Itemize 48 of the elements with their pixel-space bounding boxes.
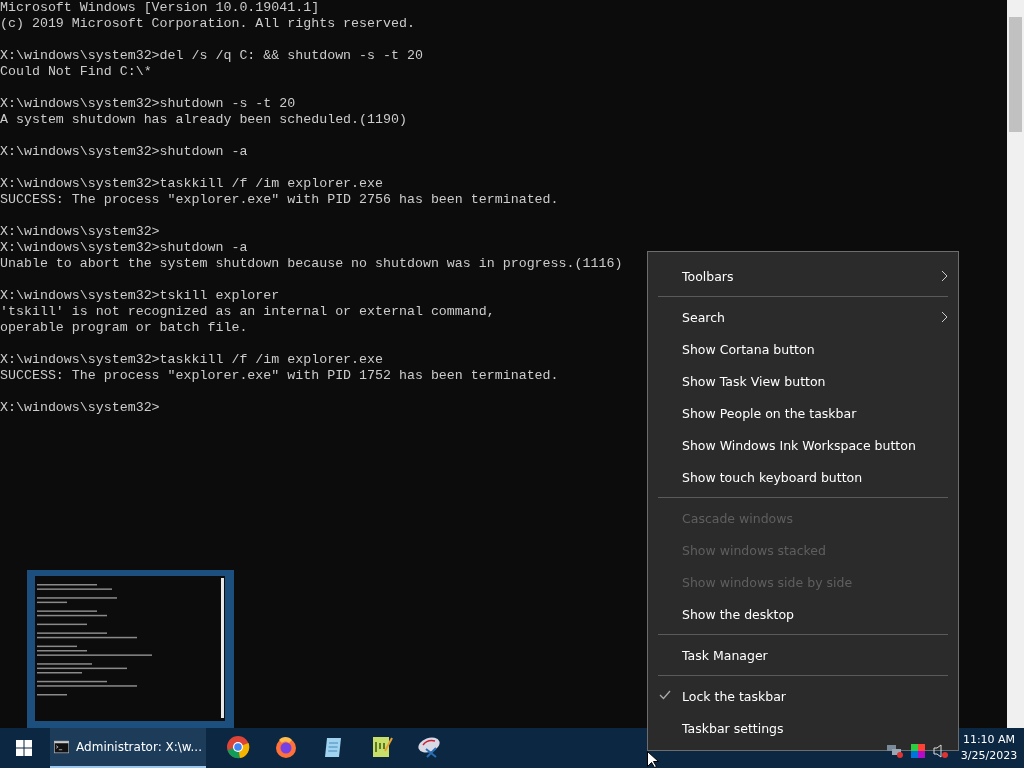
console-line: Could Not Find C:\*: [0, 64, 152, 80]
menu-item[interactable]: Taskbar settings: [648, 712, 958, 744]
console-line: X:\windows\system32>shutdown -a: [0, 240, 248, 256]
menu-item[interactable]: Toolbars: [648, 260, 958, 292]
console-line: X:\windows\system32>: [0, 224, 160, 240]
menu-item[interactable]: Show Cortana button: [648, 333, 958, 365]
console-line: (c) 2019 Microsoft Corporation. All rights reserved.: [0, 16, 415, 32]
console-line: operable program or batch file.: [0, 320, 248, 336]
menu-item[interactable]: Show People on the taskbar: [648, 397, 958, 429]
notepad-plus-icon[interactable]: [371, 735, 393, 759]
console-line: X:\windows\system32>taskkill /f /im explorer.exe: [0, 176, 383, 192]
taskbar-window-button[interactable]: Administrator: X:\w...: [50, 728, 206, 768]
scrollbar[interactable]: [1007, 0, 1024, 728]
window-label: Administrator: X:\w...: [76, 740, 202, 754]
console-line: SUCCESS: The process "explorer.exe" with PID 1752 has been terminated.: [0, 368, 559, 384]
console-line: X:\windows\system32>shutdown -a: [0, 144, 248, 160]
chrome-icon[interactable]: [226, 735, 250, 759]
menu-item[interactable]: Show Windows Ink Workspace button: [648, 429, 958, 461]
color-square-icon[interactable]: [910, 743, 926, 759]
console-line: X:\windows\system32>del /s /q C: && shutdown -s -t 20: [0, 48, 423, 64]
windows-logo-icon: [16, 740, 32, 756]
console-line: X:\windows\system32>shutdown -s -t 20: [0, 96, 296, 112]
console-line: SUCCESS: The process "explorer.exe" with PID 2756 has been terminated.: [0, 192, 559, 208]
menu-item[interactable]: Show Task View button: [648, 365, 958, 397]
menu-item[interactable]: Task Manager: [648, 639, 958, 671]
volume-muted-icon[interactable]: [932, 743, 950, 759]
console-line: Microsoft Windows [Version 10.0.19041.1]: [0, 0, 320, 16]
menu-item[interactable]: Show touch keyboard button: [648, 461, 958, 493]
chevron-right-icon: [941, 311, 948, 323]
menu-item[interactable]: Search: [648, 301, 958, 333]
console-line: X:\windows\system32>: [0, 400, 160, 416]
fox-globe-icon[interactable]: [274, 735, 298, 759]
checkmark-icon: [659, 690, 671, 700]
clock[interactable]: 11:10 AM 3/25/2023: [958, 728, 1024, 768]
console-icon: [54, 738, 70, 756]
console-line: X:\windows\system32>tskill explorer: [0, 288, 280, 304]
mouse-cursor-icon: [647, 751, 659, 768]
console-line: Unable to abort the system shutdown because no shutdown was in progress.(1116): [0, 256, 623, 272]
menu-item[interactable]: Lock the taskbar: [648, 680, 958, 712]
console-line: X:\windows\system32>taskkill /f /im explorer.exe: [0, 352, 383, 368]
menu-item[interactable]: Show the desktop: [648, 598, 958, 630]
console-line: 'tskill' is not recognized as an internal or external command,: [0, 304, 495, 320]
console-line: A system shutdown has already been scheduled.(1190): [0, 112, 407, 128]
chevron-right-icon: [941, 270, 948, 282]
scissors-icon[interactable]: [417, 735, 443, 759]
clock-time: 11:10 AM: [961, 732, 1017, 748]
window-preview[interactable]: [27, 570, 234, 728]
clock-date: 3/25/2023: [959, 748, 1019, 764]
